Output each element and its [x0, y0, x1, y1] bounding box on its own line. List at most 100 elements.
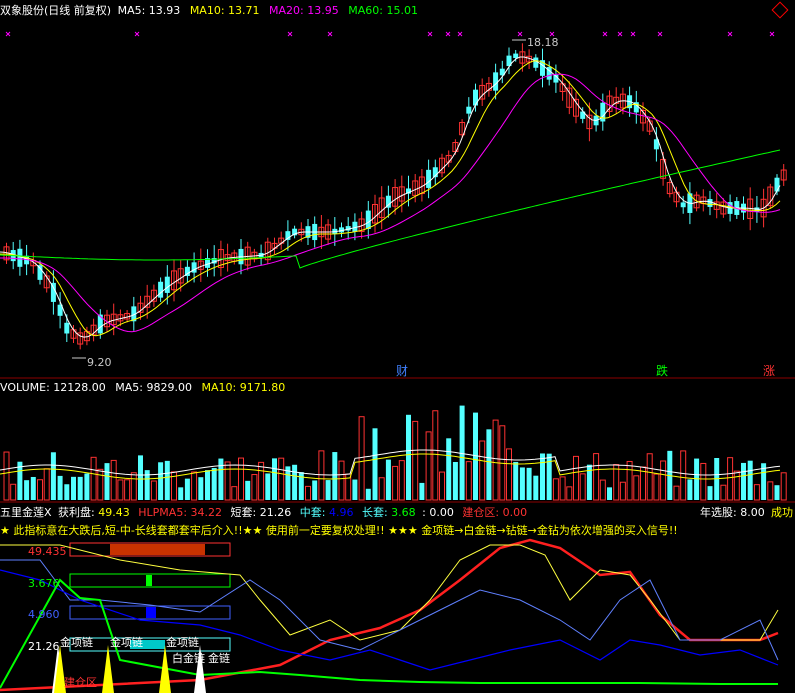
volume-bar	[117, 479, 124, 501]
candle	[50, 282, 56, 302]
volume-bar	[465, 461, 472, 501]
candle	[513, 53, 519, 59]
volume-bar	[272, 458, 277, 500]
volume-bar	[57, 475, 63, 500]
price-chart	[0, 31, 795, 693]
volume-bar	[10, 483, 17, 501]
volume-bar	[552, 478, 559, 501]
volume-bar	[97, 468, 104, 501]
volume-bar	[519, 467, 525, 500]
volume-bar	[238, 457, 244, 501]
hlpma5-line	[0, 544, 779, 641]
candle	[466, 106, 472, 114]
volume-bar	[680, 450, 687, 501]
candle	[426, 169, 432, 188]
volume-bar	[406, 414, 411, 500]
volume-bar	[452, 461, 458, 500]
volume-bar	[559, 476, 566, 501]
volume-bar	[211, 468, 217, 500]
volume-bar	[392, 465, 399, 501]
volume-bar	[540, 453, 545, 500]
volume-bar	[492, 419, 499, 501]
volume-value: VOLUME: 12128.00	[0, 381, 106, 394]
volume-bar	[50, 452, 56, 500]
volume-bar	[419, 482, 425, 500]
bar-label-1: 3.676	[28, 577, 60, 590]
volume-bar	[191, 471, 198, 501]
volume-bar	[37, 479, 43, 501]
volume-bar	[741, 462, 746, 500]
volume-bar	[412, 420, 419, 501]
profit-label: 获利盘:	[58, 506, 95, 519]
signal-label-1: 金项链	[110, 636, 143, 649]
volume-bar	[733, 470, 740, 501]
volume-bar	[372, 428, 378, 500]
volume-bar	[164, 460, 170, 500]
mid-line	[0, 569, 779, 671]
zone-label: 建仓区	[64, 676, 97, 689]
bar-label-0: 49.435	[28, 545, 67, 558]
volume-bar	[218, 458, 224, 500]
volume-bar	[265, 473, 271, 500]
volume-bar	[486, 429, 492, 500]
signal-label-3: 白金链	[172, 652, 205, 665]
volume-bar	[432, 410, 439, 501]
candle	[774, 177, 780, 192]
volume-bar	[774, 485, 780, 500]
volume-bar	[24, 480, 30, 500]
extra-value: : 0.00	[422, 506, 454, 519]
volume-bar	[526, 467, 532, 500]
year-pick-value: 年选股: 8.00	[700, 506, 765, 519]
volume-bar	[579, 473, 586, 501]
signal-label-0: 金项链	[60, 636, 93, 649]
volume-bar	[158, 462, 164, 500]
volume-bar	[205, 470, 210, 500]
volume-bar	[325, 480, 331, 500]
build-label: 建仓区:	[462, 506, 500, 519]
marker-die[interactable]: 跌	[656, 365, 668, 378]
volume-bar	[700, 462, 707, 501]
indicator-name: 五里金莲X	[0, 506, 52, 519]
volume-bar	[245, 480, 251, 500]
marker-zhang[interactable]: 涨	[763, 365, 775, 378]
volume-bar	[130, 472, 137, 501]
candle	[473, 89, 478, 106]
candle	[533, 57, 539, 68]
long-line	[0, 578, 778, 689]
volume-bar	[747, 460, 753, 500]
volume-bar	[780, 472, 787, 501]
candle	[164, 276, 170, 293]
volume-bar	[43, 468, 50, 501]
short-label: 短套:	[230, 506, 257, 519]
volume-bar	[513, 461, 519, 500]
candle	[365, 210, 371, 229]
volume-bar	[71, 476, 76, 500]
volume-bar	[90, 456, 97, 501]
bar-label-3: 21.26	[28, 640, 60, 653]
volume-bar	[425, 431, 432, 501]
volume-bar	[720, 484, 727, 501]
low-price-label: 9.20	[87, 356, 112, 369]
long-value: 3.68	[391, 506, 416, 519]
volume-bar	[178, 487, 184, 500]
success-label: 成功	[771, 506, 793, 519]
volume-bar	[84, 473, 90, 500]
volume-ma10: MA10: 9171.80	[201, 381, 286, 394]
mid-label: 中套:	[299, 506, 326, 519]
bar-label-2: 4.960	[28, 608, 60, 621]
hlpma5-value: HLPMA5: 34.22	[138, 506, 223, 519]
volume-bar	[479, 440, 486, 501]
volume-bar	[184, 478, 190, 500]
mid-value: 4.96	[328, 506, 354, 519]
volume-bar	[506, 448, 512, 501]
marker-cai[interactable]: 财	[396, 365, 408, 378]
volume-bar	[633, 475, 640, 501]
volume-bar	[653, 473, 660, 501]
volume-bar	[124, 479, 131, 501]
volume-panel-header: VOLUME: 12128.00 MA5: 9829.00 MA10: 9171…	[0, 381, 285, 394]
volume-bar	[224, 461, 231, 501]
volume-bar	[365, 488, 371, 500]
volume-bar	[150, 480, 157, 501]
indicator-bar-red-fill	[110, 544, 205, 555]
volume-bar	[77, 476, 83, 500]
